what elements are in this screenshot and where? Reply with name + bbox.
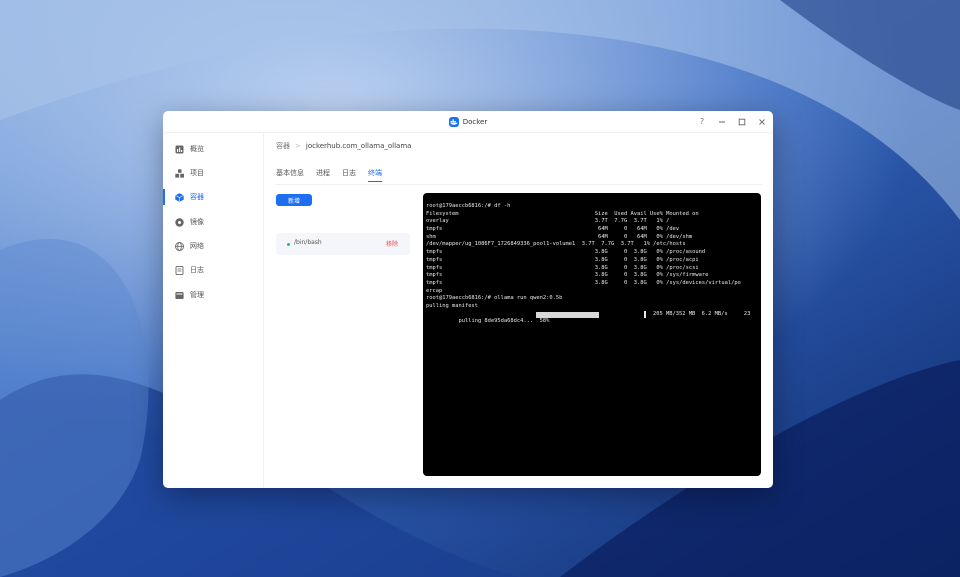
title-group: Docker [448,116,488,127]
project-icon [175,168,184,178]
manage-icon [175,291,184,300]
terminal-line: shm 64M 0 64M 0% /dev/shm [426,233,693,240]
sidebar-item-network[interactable]: 网络 [163,238,263,254]
download-progress-line: pulling 8de95da68dc4... 58% 205 MB/352 M… [426,310,750,324]
progress-bar-end [644,310,646,318]
docker-app-window: Docker ? 概览 项目 容器 镜像 网络 日志 管理 容器 > jocke… [163,111,773,488]
sidebar-item-overview[interactable]: 概览 [163,141,263,157]
minimize-icon[interactable] [717,117,727,127]
tab-processes[interactable]: 进程 [316,168,330,182]
sidebar-item-label: 项目 [190,169,204,177]
tab-terminal[interactable]: 终端 [368,168,382,182]
progress-bar-remaining [599,311,644,318]
terminal-line: Filesystem Size Used Avail Use% Mounted … [426,210,699,217]
sidebar-item-label: 概览 [190,145,204,153]
terminal-line: root@179aeccb6816:/# ollama run qwen2:0.… [426,295,563,302]
docker-icon [448,116,459,127]
terminal-lines: root@179aeccb6816:/# df -h Filesystem Si… [426,203,750,324]
breadcrumb-current: jockerhub.com_ollama_ollama [305,142,412,150]
terminal-line: tmpfs 3.8G 0 3.8G 0% /proc/acpi [426,256,699,263]
terminal-line: tmpfs 3.8G 0 3.8G 0% /sys/devices/virtua… [426,279,741,286]
terminal-line: root@179aeccb6816:/# df -h [426,203,511,209]
sidebar-item-logs[interactable]: 日志 [163,262,263,278]
tab-divider [276,184,762,185]
container-icon [175,192,184,202]
terminal-line: tmpfs 64M 0 64M 0% /dev [426,226,680,233]
sidebar-item-manage[interactable]: 管理 [163,287,263,303]
sidebar-item-label: 网络 [190,242,204,250]
dashboard-icon [175,145,184,154]
main-panel: 容器 > jockerhub.com_ollama_ollama 基本信息 进程… [264,132,773,488]
terminal-line: tmpfs 3.8G 0 3.8G 0% /proc/asound [426,249,706,256]
sidebar: 概览 项目 容器 镜像 网络 日志 管理 [163,132,264,488]
help-icon[interactable]: ? [697,117,707,127]
close-icon[interactable] [757,117,767,127]
terminal-line: tmpfs 3.8G 0 3.8G 0% /sys/firmware [426,272,709,279]
maximize-icon[interactable] [737,117,747,127]
sidebar-item-label: 日志 [190,266,204,274]
window-controls: ? [697,111,767,132]
progress-stats: 205 MB/352 MB 6.2 MB/s 23 [653,310,751,317]
network-icon [175,241,184,251]
breadcrumb-root[interactable]: 容器 [276,141,290,151]
tab-basic-info[interactable]: 基本信息 [276,168,304,182]
session-shell-path: /bin/bash [294,239,322,246]
terminal-line: tmpfs 3.8G 0 3.8G 0% /proc/scsi [426,264,699,271]
progress-bar-fill [536,311,599,318]
breadcrumb-separator: > [295,142,301,150]
title-bar: Docker ? [163,111,773,133]
image-icon [175,217,184,227]
terminal-line: /dev/mapper/ug_1086F7_1726849336_pool1-v… [426,241,686,248]
terminal-line: pulling manifest [426,302,478,309]
terminal-output[interactable]: root@179aeccb6816:/# df -h Filesystem Si… [423,193,761,476]
sidebar-item-projects[interactable]: 项目 [163,165,263,181]
tab-logs[interactable]: 日志 [342,168,356,182]
new-session-button[interactable]: 新增 [276,194,312,206]
window-title: Docker [462,117,488,126]
log-icon [175,265,184,275]
sidebar-item-containers[interactable]: 容器 [163,189,263,205]
remove-session-button[interactable]: 移除 [386,239,398,248]
breadcrumb: 容器 > jockerhub.com_ollama_ollama [276,141,411,151]
terminal-line: overlay 3.7T 7.7G 3.7T 1% / [426,218,670,225]
session-status-dot [287,243,290,246]
sidebar-item-label: 管理 [190,291,204,299]
progress-prefix: pulling 8de95da68dc4... 58% [458,318,550,325]
terminal-session-item[interactable]: /bin/bash 移除 [276,233,410,255]
sidebar-item-label: 镜像 [190,218,204,226]
sidebar-item-label: 容器 [190,193,204,201]
terminal-line: ercap [426,287,443,294]
sidebar-item-images[interactable]: 镜像 [163,214,263,230]
tab-bar: 基本信息 进程 日志 终端 [276,168,382,182]
